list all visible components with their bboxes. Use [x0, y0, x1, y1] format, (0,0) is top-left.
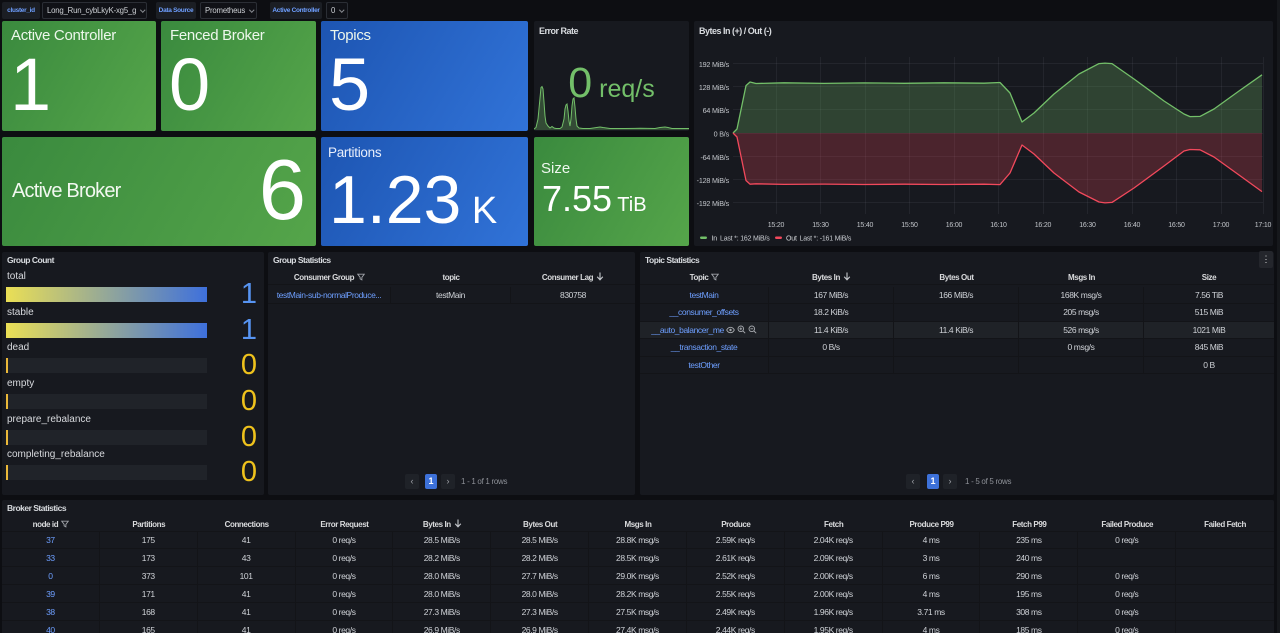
svg-text:15:20: 15:20	[768, 222, 785, 229]
svg-text:64 MiB/s: 64 MiB/s	[703, 106, 730, 115]
svg-text:16:50: 16:50	[1168, 222, 1185, 229]
svg-text:15:40: 15:40	[857, 222, 874, 229]
svg-text:0 B/s: 0 B/s	[714, 130, 730, 139]
svg-text:-128 MiB/s: -128 MiB/s	[697, 176, 730, 185]
svg-text:17:10: 17:10	[1255, 222, 1272, 229]
svg-text:16:00: 16:00	[946, 222, 963, 229]
svg-text:16:10: 16:10	[990, 222, 1007, 229]
svg-text:In: In	[712, 236, 718, 243]
svg-text:15:30: 15:30	[812, 222, 829, 229]
svg-text:Out: Out	[786, 236, 797, 243]
svg-text:-192 MiB/s: -192 MiB/s	[697, 199, 730, 208]
svg-text:128 MiB/s: 128 MiB/s	[699, 83, 730, 92]
svg-text:16:20: 16:20	[1035, 222, 1052, 229]
svg-text:Last *: -161 MiB/s: Last *: -161 MiB/s	[800, 236, 852, 243]
svg-text:Last *: 162 MiB/s: Last *: 162 MiB/s	[720, 236, 770, 243]
svg-text:15:50: 15:50	[901, 222, 918, 229]
svg-text:-64 MiB/s: -64 MiB/s	[700, 153, 729, 162]
svg-text:192 MiB/s: 192 MiB/s	[699, 60, 730, 69]
svg-text:16:40: 16:40	[1124, 222, 1141, 229]
svg-text:16:30: 16:30	[1079, 222, 1096, 229]
svg-text:17:00: 17:00	[1213, 222, 1230, 229]
